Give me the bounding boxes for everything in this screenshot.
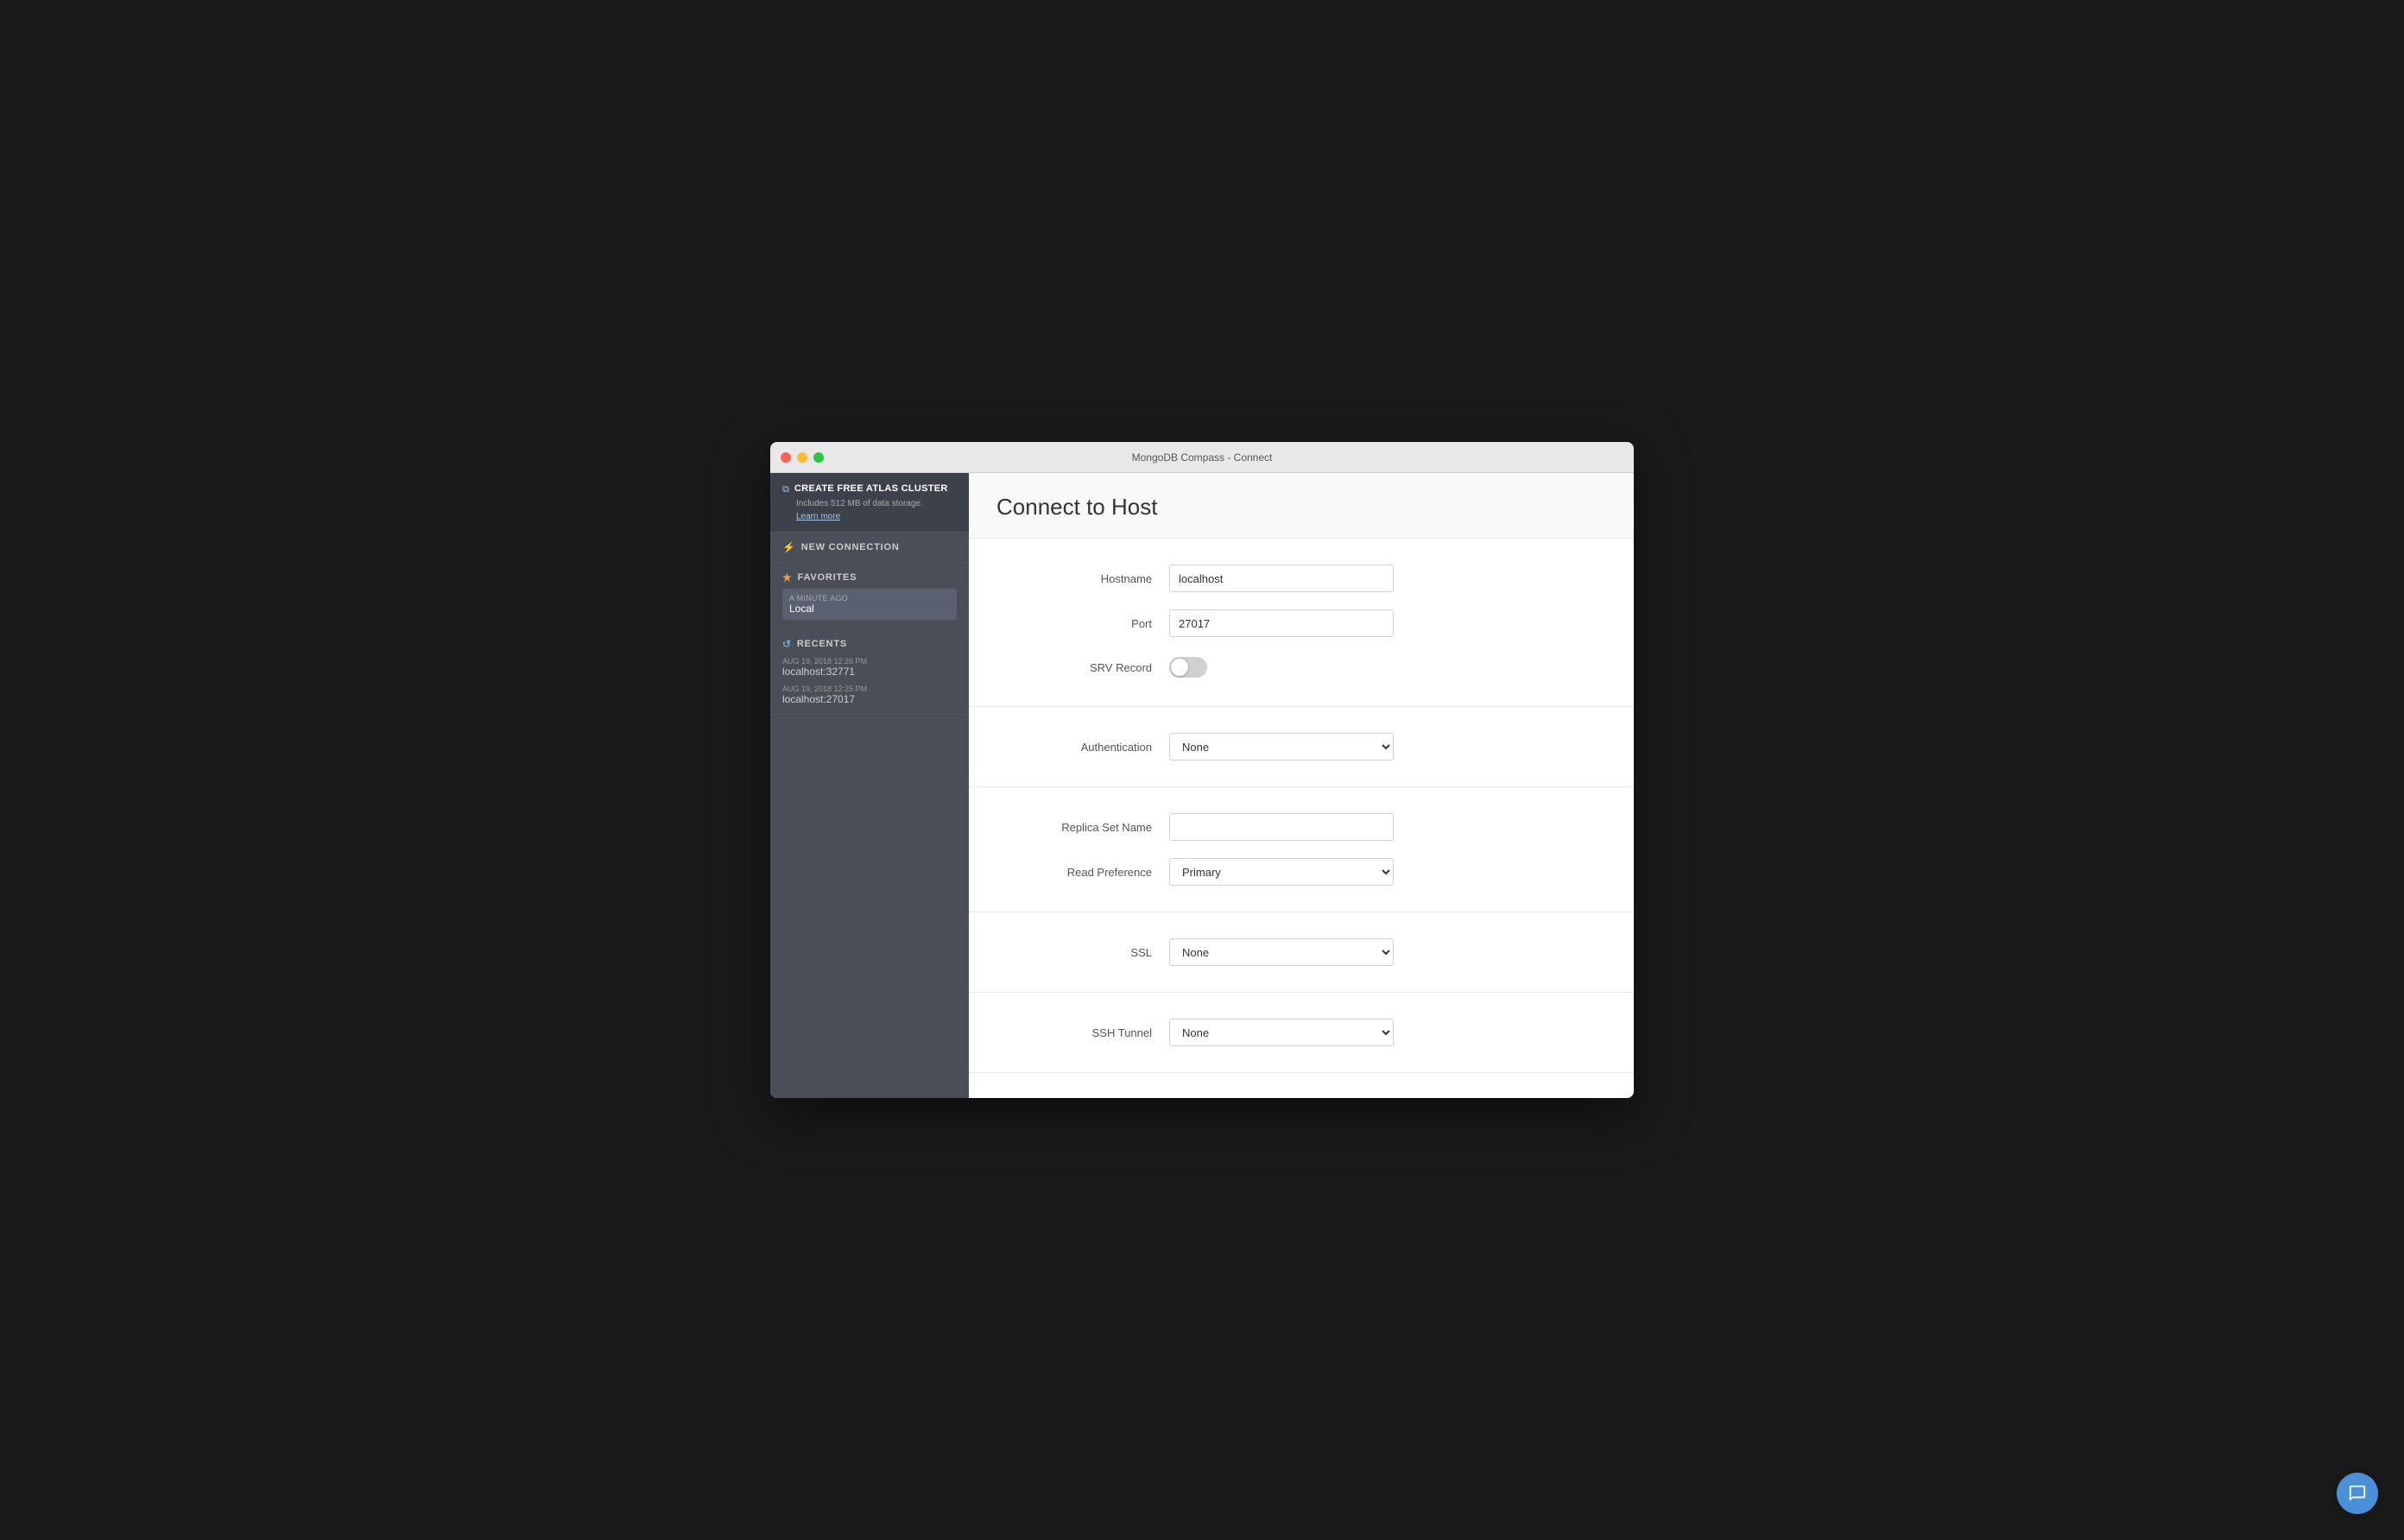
sidebar-atlas-section[interactable]: ⧉ CREATE FREE ATLAS CLUSTER Includes 512… (770, 473, 969, 533)
hostname-input[interactable] (1169, 565, 1394, 592)
sidebar-recents: ↺ RECENTS AUG 19, 2018 12:26 PM localhos… (770, 629, 969, 715)
ssl-select[interactable]: None System CA Server Validation Unvalid… (1169, 938, 1394, 966)
atlas-subtitle: Includes 512 MB of data storage. (796, 499, 957, 508)
ssh-section: SSH Tunnel None Use Password Use Identit… (969, 993, 1634, 1073)
window-body: ⧉ CREATE FREE ATLAS CLUSTER Includes 512… (770, 473, 1634, 1098)
authentication-label: Authentication (996, 741, 1169, 754)
recent-item-0[interactable]: AUG 19, 2018 12:26 PM localhost:32771 (782, 657, 957, 678)
replica-section: Replica Set Name Read Preference Primary… (969, 787, 1634, 912)
recent-item-1-name: localhost:27017 (782, 693, 957, 705)
atlas-learn-more[interactable]: Learn more (796, 512, 957, 521)
clock-icon: ↺ (782, 638, 792, 650)
star-icon: ★ (782, 571, 793, 584)
chat-button[interactable] (2337, 1473, 2378, 1514)
new-connection-label: NEW CONNECTION (801, 542, 900, 552)
replica-set-row: Replica Set Name (969, 805, 1634, 849)
lightning-icon: ⚡ (782, 541, 796, 553)
port-input[interactable] (1169, 609, 1394, 637)
ssh-tunnel-label: SSH Tunnel (996, 1026, 1169, 1039)
recent-item-1-time: AUG 19, 2018 12:25 PM (782, 685, 957, 693)
sidebar-new-connection[interactable]: ⚡ NEW CONNECTION (770, 533, 969, 563)
read-preference-select[interactable]: Primary Primary Preferred Secondary Seco… (1169, 858, 1394, 886)
favorite-section: Favorite Name i (969, 1073, 1634, 1098)
window-controls (781, 452, 824, 463)
port-row: Port (969, 601, 1634, 646)
page-title: Connect to Host (996, 494, 1606, 521)
ssl-row: SSL None System CA Server Validation Unv… (969, 930, 1634, 975)
favorites-item-time: A MINUTE AGO (789, 594, 950, 603)
read-preference-row: Read Preference Primary Primary Preferre… (969, 849, 1634, 894)
srv-record-toggle[interactable] (1169, 657, 1207, 678)
minimize-button[interactable] (797, 452, 807, 463)
ssh-tunnel-row: SSH Tunnel None Use Password Use Identit… (969, 1010, 1634, 1055)
recent-item-0-name: localhost:32771 (782, 666, 957, 678)
main-header: Connect to Host (969, 473, 1634, 539)
replica-set-label: Replica Set Name (996, 821, 1169, 834)
read-preference-label: Read Preference (996, 866, 1169, 879)
favorites-label: FAVORITES (798, 572, 857, 583)
window-title: MongoDB Compass - Connect (1132, 451, 1273, 464)
recent-item-0-time: AUG 19, 2018 12:26 PM (782, 657, 957, 666)
sidebar-favorites: ★ FAVORITES A MINUTE AGO Local (770, 563, 969, 629)
auth-section: Authentication None Username / Password … (969, 707, 1634, 787)
host-section: Hostname Port SRV Record (969, 539, 1634, 707)
recents-label: RECENTS (797, 639, 847, 649)
favorites-header[interactable]: ★ FAVORITES (782, 571, 957, 584)
toggle-slider (1169, 657, 1207, 678)
hostname-label: Hostname (996, 572, 1169, 585)
srv-record-row: SRV Record (969, 646, 1634, 689)
close-button[interactable] (781, 452, 791, 463)
external-link-icon: ⧉ (782, 484, 789, 495)
ssl-label: SSL (996, 946, 1169, 959)
ssh-tunnel-select[interactable]: None Use Password Use Identity File (1169, 1019, 1394, 1046)
maximize-button[interactable] (813, 452, 824, 463)
main-content: Connect to Host Hostname Port SRV Record (969, 473, 1634, 1098)
replica-set-input[interactable] (1169, 813, 1394, 841)
app-window: MongoDB Compass - Connect ⧉ CREATE FREE … (770, 442, 1634, 1098)
recents-header[interactable]: ↺ RECENTS (782, 638, 957, 650)
hostname-row: Hostname (969, 556, 1634, 601)
atlas-header: ⧉ CREATE FREE ATLAS CLUSTER (782, 483, 957, 495)
favorites-item[interactable]: A MINUTE AGO Local (782, 589, 957, 620)
authentication-select[interactable]: None Username / Password X.509 Kerberos … (1169, 733, 1394, 761)
sidebar: ⧉ CREATE FREE ATLAS CLUSTER Includes 512… (770, 473, 969, 1098)
chat-icon (2348, 1484, 2367, 1503)
srv-record-label: SRV Record (996, 661, 1169, 674)
favorites-item-name: Local (789, 603, 950, 615)
authentication-row: Authentication None Username / Password … (969, 724, 1634, 769)
titlebar: MongoDB Compass - Connect (770, 442, 1634, 473)
favorite-name-row: Favorite Name i (969, 1090, 1634, 1098)
new-connection-header[interactable]: ⚡ NEW CONNECTION (782, 541, 957, 553)
atlas-title: CREATE FREE ATLAS CLUSTER (794, 483, 948, 494)
ssl-section: SSL None System CA Server Validation Unv… (969, 912, 1634, 993)
recent-item-1[interactable]: AUG 19, 2018 12:25 PM localhost:27017 (782, 685, 957, 705)
port-label: Port (996, 617, 1169, 630)
